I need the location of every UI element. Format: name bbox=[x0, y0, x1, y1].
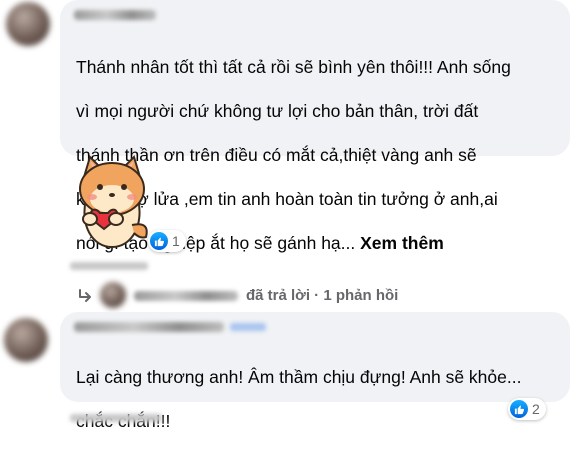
reply-author-name[interactable] bbox=[134, 291, 238, 301]
comment-2-actions[interactable] bbox=[70, 414, 162, 422]
comment-1-avatar[interactable] bbox=[6, 2, 50, 46]
comment-2-author-badge bbox=[230, 323, 266, 331]
like-icon bbox=[510, 400, 528, 418]
replies-summary-text: đã trả lời · 1 phản hồi bbox=[246, 287, 399, 304]
comment-2-avatar[interactable] bbox=[4, 318, 48, 362]
like-icon bbox=[150, 232, 168, 250]
comment-1-line-1: Thánh nhân tốt thì tất cả rồi sẽ bình yê… bbox=[76, 57, 511, 77]
comment-2-reaction-count: 2 bbox=[532, 401, 540, 417]
see-more-link[interactable]: Xem thêm bbox=[360, 233, 444, 253]
reply-arrow-icon bbox=[79, 289, 91, 302]
comment-2-line-1: Lại càng thương anh! Âm thầm chịu đựng! … bbox=[76, 367, 522, 387]
comment-1-author-name[interactable] bbox=[74, 10, 156, 20]
comment-2-reactions[interactable]: 2 bbox=[508, 398, 546, 420]
replies-summary[interactable]: đã trả lời · 1 phản hồi bbox=[246, 287, 398, 304]
comment-1-line-2: vì mọi người chứ không tư lợi cho bản th… bbox=[76, 101, 479, 121]
sticker-shiba-heart bbox=[79, 155, 148, 249]
comment-1-reactions[interactable]: 1 bbox=[148, 230, 186, 252]
comment-1-actions[interactable] bbox=[70, 262, 148, 270]
comment-2-author-name[interactable] bbox=[74, 322, 224, 332]
comment-2-text: Lại càng thương anh! Âm thầm chịu đựng! … bbox=[76, 344, 566, 454]
reply-author-avatar[interactable] bbox=[100, 282, 126, 308]
comment-1-reaction-count: 1 bbox=[172, 233, 180, 249]
